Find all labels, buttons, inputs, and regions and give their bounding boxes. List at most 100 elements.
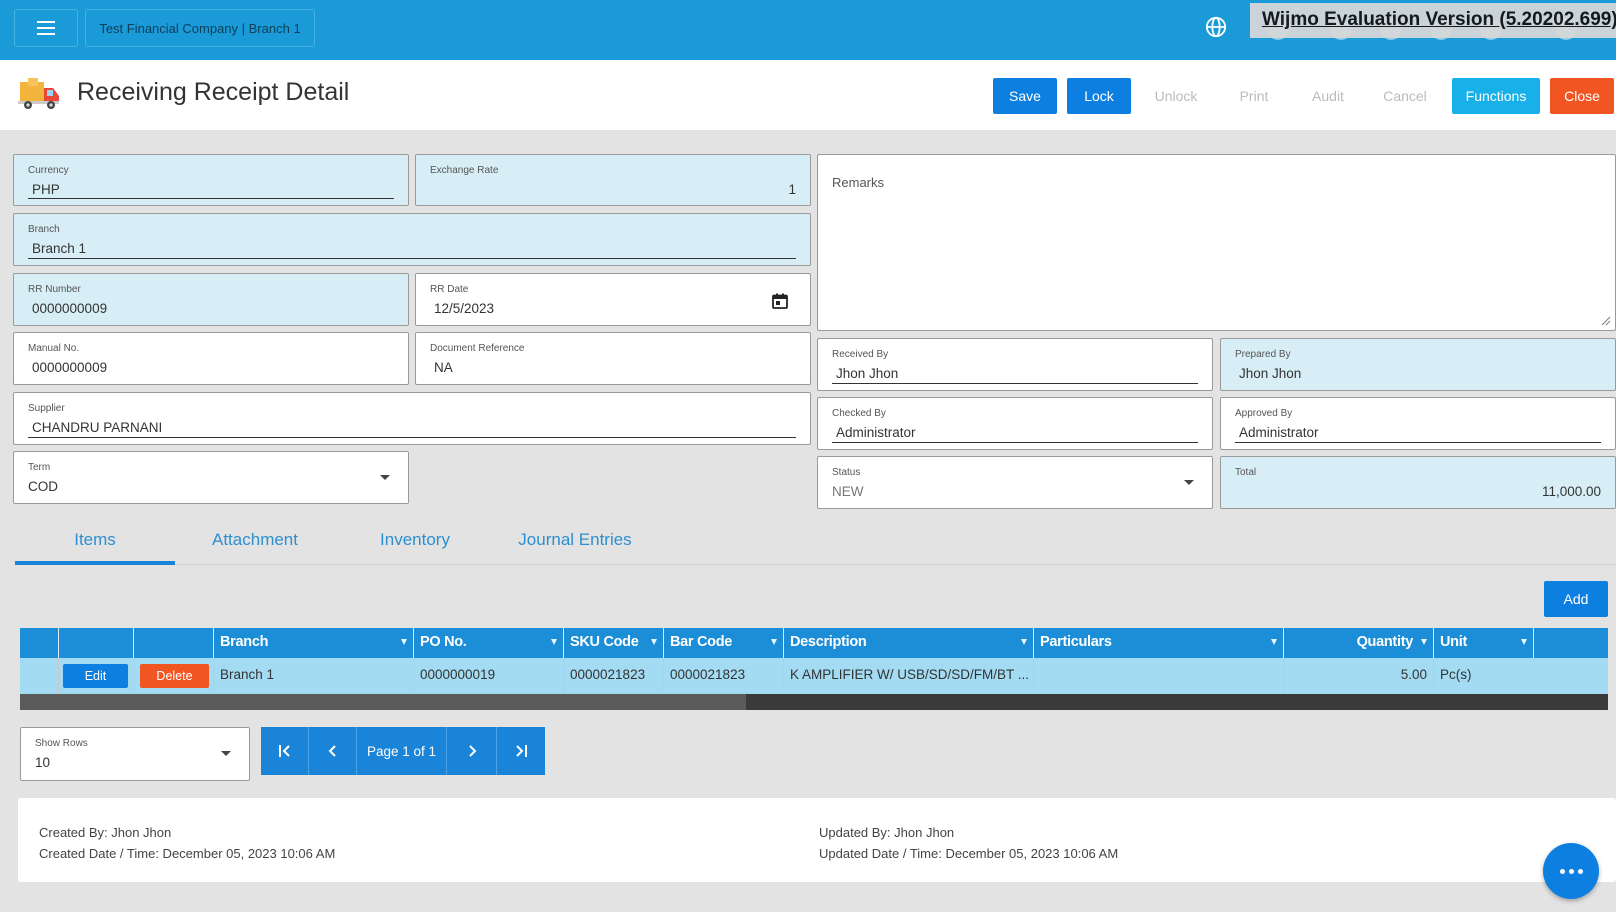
column-header-particulars[interactable]: Particulars xyxy=(1034,628,1284,658)
created-date: Created Date / Time: December 05, 2023 1… xyxy=(39,846,336,861)
cell-branch[interactable]: Branch 1 xyxy=(214,658,414,694)
filter-icon[interactable] xyxy=(1421,639,1427,645)
save-button[interactable]: Save xyxy=(993,78,1057,114)
filter-icon[interactable] xyxy=(651,639,657,645)
print-button[interactable]: Print xyxy=(1222,78,1286,114)
prepared-by-label: Prepared By xyxy=(1235,349,1291,360)
prepared-by-value: Jhon Jhon xyxy=(1239,366,1302,381)
term-select[interactable]: Term COD xyxy=(13,451,409,504)
audit-footer: Created By: Jhon Jhon Created Date / Tim… xyxy=(18,798,1616,882)
rr-number-label: RR Number xyxy=(28,284,81,295)
manual-no-field[interactable]: Manual No. 0000000009 xyxy=(13,332,409,385)
cell-po-no[interactable]: 0000000019 xyxy=(414,658,564,694)
scrollbar-thumb[interactable] xyxy=(20,694,746,710)
table-row[interactable]: Edit Delete Branch 1 0000000019 00000218… xyxy=(20,658,1608,694)
rr-number-value: 0000000009 xyxy=(32,301,108,316)
horizontal-scrollbar[interactable] xyxy=(20,694,1608,710)
checked-by-value: Administrator xyxy=(836,425,916,440)
hamburger-menu-button[interactable] xyxy=(14,9,78,47)
total-value: 11,000.00 xyxy=(1541,484,1601,499)
approved-by-field[interactable]: Approved By Administrator xyxy=(1220,397,1616,450)
audit-button[interactable]: Audit xyxy=(1296,78,1360,114)
functions-button[interactable]: Functions xyxy=(1452,78,1540,114)
filter-icon[interactable] xyxy=(771,639,777,645)
add-item-button[interactable]: Add xyxy=(1544,581,1608,617)
close-button[interactable]: Close xyxy=(1550,78,1614,114)
rr-date-value: 12/5/2023 xyxy=(434,301,495,316)
total-label: Total xyxy=(1235,467,1257,478)
filter-icon[interactable] xyxy=(551,639,557,645)
tab-attachment[interactable]: Attachment xyxy=(175,530,335,565)
chevron-down-icon[interactable] xyxy=(380,475,390,480)
exchange-rate-label: Exchange Rate xyxy=(430,165,499,176)
remarks-textarea[interactable]: Remarks xyxy=(817,154,1616,331)
term-label: Term xyxy=(28,462,51,473)
created-by: Created By: Jhon Jhon xyxy=(39,825,172,840)
supplier-field[interactable]: Supplier CHANDRU PARNANI xyxy=(13,392,811,445)
filter-icon[interactable] xyxy=(1021,639,1027,645)
chevron-right-icon xyxy=(468,745,476,757)
approved-by-label: Approved By xyxy=(1235,408,1293,419)
cell-unit[interactable]: Pc(s) xyxy=(1434,658,1534,694)
status-value: NEW xyxy=(832,484,864,499)
term-value: COD xyxy=(28,479,58,494)
cell-description[interactable]: K AMPLIFIER W/ USB/SD/SD/FM/BT ... xyxy=(784,658,1034,694)
first-page-button[interactable] xyxy=(261,727,309,775)
chevron-left-icon xyxy=(328,745,336,757)
globe-icon[interactable] xyxy=(1205,16,1227,38)
received-by-label: Received By xyxy=(832,349,889,360)
checked-by-field[interactable]: Checked By Administrator xyxy=(817,397,1213,450)
column-header-description[interactable]: Description xyxy=(784,628,1034,658)
remarks-label: Remarks xyxy=(832,175,885,190)
edit-row-button[interactable]: Edit xyxy=(63,664,128,688)
filter-icon[interactable] xyxy=(1521,639,1527,645)
column-header-quantity[interactable]: Quantity xyxy=(1284,628,1434,658)
column-header-unit[interactable]: Unit xyxy=(1434,628,1534,658)
column-header-sku-code[interactable]: SKU Code xyxy=(564,628,664,658)
calendar-icon[interactable] xyxy=(772,293,788,309)
branch-value: Branch 1 xyxy=(32,241,87,256)
document-reference-value: NA xyxy=(434,360,453,375)
filter-icon[interactable] xyxy=(401,639,407,645)
column-header-branch[interactable]: Branch xyxy=(214,628,414,658)
lock-button[interactable]: Lock xyxy=(1067,78,1131,114)
cell-bar-code[interactable]: 0000021823 xyxy=(664,658,784,694)
updated-date: Updated Date / Time: December 05, 2023 1… xyxy=(819,846,1119,861)
unlock-button[interactable]: Unlock xyxy=(1144,78,1208,114)
column-header-bar-code[interactable]: Bar Code xyxy=(664,628,784,658)
resize-handle-icon[interactable] xyxy=(1601,316,1611,326)
cell-sku-code[interactable]: 0000021823 xyxy=(564,658,664,694)
column-header-po-no[interactable]: PO No. xyxy=(414,628,564,658)
exchange-rate-value: 1 xyxy=(788,182,796,197)
cell-particulars[interactable] xyxy=(1034,658,1284,694)
cancel-button[interactable]: Cancel xyxy=(1373,78,1437,114)
company-branch-selector[interactable]: Test Financial Company | Branch 1 xyxy=(85,9,315,47)
filter-icon[interactable] xyxy=(1271,639,1277,645)
delete-row-button[interactable]: Delete xyxy=(140,664,209,688)
more-actions-button[interactable] xyxy=(1543,843,1599,899)
currency-value: PHP xyxy=(32,182,60,197)
chevron-down-icon[interactable] xyxy=(221,751,231,756)
currency-field[interactable]: Currency PHP xyxy=(13,154,409,206)
page-title: Receiving Receipt Detail xyxy=(77,78,350,106)
rr-date-field[interactable]: RR Date 12/5/2023 xyxy=(415,273,811,326)
branch-label: Branch xyxy=(28,224,60,235)
next-page-button[interactable] xyxy=(447,727,497,775)
received-by-field[interactable]: Received By Jhon Jhon xyxy=(817,338,1213,391)
tab-journal-entries[interactable]: Journal Entries xyxy=(495,530,655,565)
chevron-down-icon[interactable] xyxy=(1184,480,1194,485)
cell-quantity[interactable]: 5.00 xyxy=(1284,658,1434,694)
show-rows-select[interactable]: Show Rows 10 xyxy=(20,727,250,781)
more-icon xyxy=(1559,868,1565,874)
tab-items[interactable]: Items xyxy=(15,530,175,565)
row-header-cell xyxy=(20,658,59,694)
rr-number-field: RR Number 0000000009 xyxy=(13,273,409,326)
show-rows-value: 10 xyxy=(35,755,51,770)
previous-page-button[interactable] xyxy=(309,727,357,775)
status-select[interactable]: Status NEW xyxy=(817,456,1213,509)
last-page-button[interactable] xyxy=(497,727,545,775)
tab-inventory[interactable]: Inventory xyxy=(335,530,495,565)
received-by-value: Jhon Jhon xyxy=(836,366,899,381)
document-reference-field[interactable]: Document Reference NA xyxy=(415,332,811,385)
branch-field[interactable]: Branch Branch 1 xyxy=(13,213,811,266)
